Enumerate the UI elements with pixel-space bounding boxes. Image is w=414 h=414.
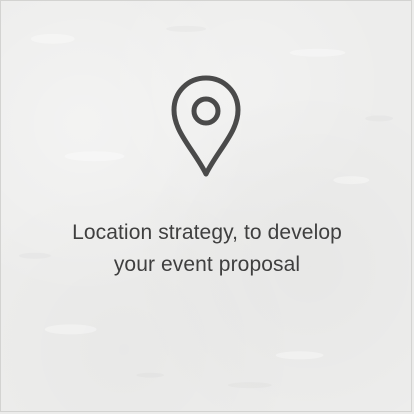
caption-line-1: Location strategy, to develop — [72, 221, 342, 244]
map-pin-icon — [171, 75, 241, 177]
feature-caption: Location strategy, to develop your event… — [1, 217, 413, 281]
caption-line-2: your event proposal — [113, 253, 301, 276]
feature-card: Location strategy, to develop your event… — [0, 0, 412, 412]
paper-texture — [18, 25, 394, 389]
